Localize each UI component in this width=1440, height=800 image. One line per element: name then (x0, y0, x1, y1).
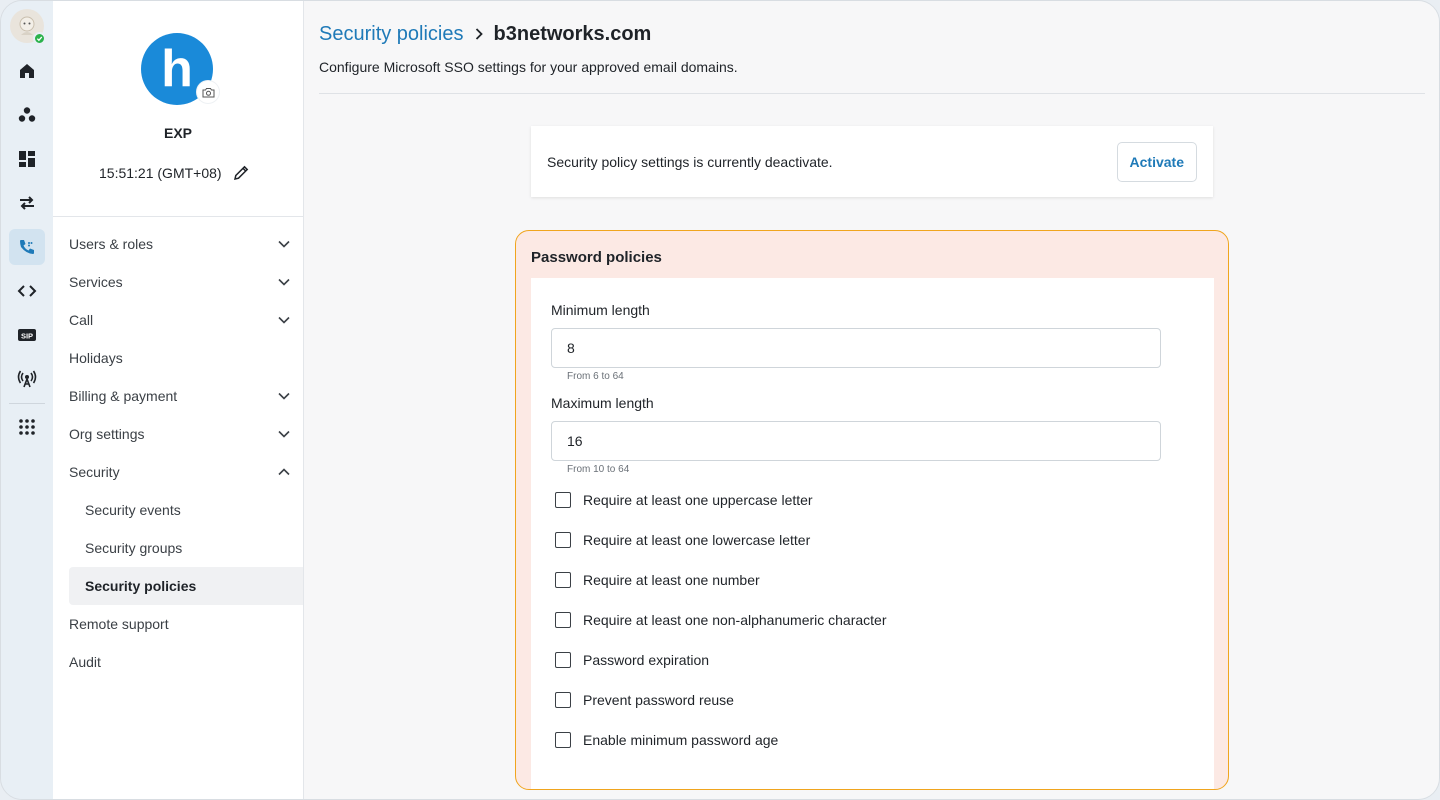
chevron-right-icon (475, 28, 483, 40)
sidebar-item-label: Users & roles (69, 236, 154, 252)
sidebar-item-label: Remote support (69, 616, 169, 632)
icon-rail: SIP (1, 1, 53, 799)
sidebar-divider (53, 216, 303, 217)
sidebar-item-security[interactable]: Security (53, 453, 303, 491)
header-divider (319, 93, 1425, 94)
transfer-icon[interactable] (9, 185, 45, 221)
sidebar-item-label: Security groups (85, 540, 183, 556)
sidebar-item-audit[interactable]: Audit (53, 643, 303, 681)
camera-icon[interactable] (197, 81, 219, 103)
sidebar-item-label: Audit (69, 654, 101, 670)
check-non-alphanumeric[interactable]: Require at least one non-alphanumeric ch… (555, 610, 887, 630)
org-logo[interactable]: h (141, 33, 219, 105)
sidebar-item-remote-support[interactable]: Remote support (53, 605, 303, 643)
apps-grid-icon[interactable] (9, 409, 45, 445)
check-label: Require at least one number (583, 572, 760, 588)
check-label: Password expiration (583, 652, 710, 668)
check-uppercase[interactable]: Require at least one uppercase letter (555, 490, 813, 510)
check-prevent-reuse[interactable]: Prevent password reuse (555, 690, 734, 710)
check-lowercase[interactable]: Require at least one lowercase letter (555, 530, 810, 550)
check-label: Require at least one uppercase letter (583, 492, 813, 508)
min-length-hint: From 6 to 64 (567, 371, 624, 382)
checkbox[interactable] (555, 612, 571, 628)
chevron-down-icon (278, 430, 290, 438)
chevron-down-icon (278, 316, 290, 324)
checkbox[interactable] (555, 732, 571, 748)
checkbox[interactable] (555, 692, 571, 708)
pencil-icon[interactable] (232, 164, 250, 182)
team-icon[interactable] (9, 97, 45, 133)
home-icon[interactable] (9, 53, 45, 89)
sidebar-item-billing-payment[interactable]: Billing & payment (53, 377, 303, 415)
checkbox[interactable] (555, 532, 571, 548)
max-length-label: Maximum length (551, 395, 654, 411)
password-policies-card: Password policies Minimum length From 6 … (515, 230, 1229, 790)
org-clock: 15:51:21 (GMT+08) (99, 163, 250, 183)
sidebar-item-label: Services (69, 274, 123, 290)
sidebar-item-label: Call (69, 312, 94, 328)
sidebar-item-holidays[interactable]: Holidays (53, 339, 303, 377)
check-label: Prevent password reuse (583, 692, 734, 708)
sidebar-item-users-roles[interactable]: Users & roles (53, 225, 303, 263)
min-length-input[interactable] (551, 328, 1161, 368)
sidebar-item-call[interactable]: Call (53, 301, 303, 339)
sidebar-item-org-settings[interactable]: Org settings (53, 415, 303, 453)
password-policies-body: Minimum length From 6 to 64 Maximum leng… (531, 278, 1214, 789)
sidebar: h EXP 15:51:21 (GMT+08) Users & roles Se… (53, 1, 304, 799)
policy-status-card: Security policy settings is currently de… (531, 126, 1213, 197)
online-status-icon (33, 32, 46, 45)
check-password-expiration[interactable]: Password expiration (555, 650, 709, 670)
chevron-down-icon (278, 240, 290, 248)
sidebar-item-label: Security policies (85, 578, 197, 594)
dashboard-icon[interactable] (9, 141, 45, 177)
breadcrumb-current: b3networks.com (493, 22, 652, 45)
sidebar-item-label: Holidays (69, 350, 123, 366)
chevron-down-icon (278, 392, 290, 400)
org-logo-letter: h (161, 46, 193, 92)
user-avatar[interactable] (10, 9, 46, 45)
activate-button[interactable]: Activate (1116, 141, 1197, 182)
checkbox[interactable] (555, 492, 571, 508)
breadcrumb-parent-link[interactable]: Security policies (319, 23, 464, 46)
chevron-up-icon (278, 468, 290, 476)
min-length-label: Minimum length (551, 302, 650, 318)
broadcast-icon[interactable] (9, 361, 45, 397)
sidebar-item-label: Security (69, 464, 120, 480)
check-label: Require at least one lowercase letter (583, 532, 811, 548)
breadcrumb: Security policies b3networks.com (319, 21, 651, 47)
page-subtitle: Configure Microsoft SSO settings for you… (319, 59, 738, 75)
code-icon[interactable] (9, 273, 45, 309)
check-number[interactable]: Require at least one number (555, 570, 760, 590)
rail-divider (9, 403, 45, 404)
sidebar-item-label: Org settings (69, 426, 145, 442)
policy-status-text: Security policy settings is currently de… (547, 153, 833, 170)
check-label: Enable minimum password age (583, 732, 779, 748)
sidebar-menu: Users & roles Services Call Holidays Bil… (53, 225, 303, 681)
check-min-password-age[interactable]: Enable minimum password age (555, 730, 778, 750)
svg-text:SIP: SIP (21, 332, 33, 341)
sidebar-item-label: Billing & payment (69, 388, 178, 404)
chevron-down-icon (278, 278, 290, 286)
max-length-input[interactable] (551, 421, 1161, 461)
phone-icon[interactable] (9, 229, 45, 265)
app-window: SIP h EXP 15:51:21 (GMT+08) Users & role… (0, 0, 1440, 800)
checkbox[interactable] (555, 652, 571, 668)
org-time: 15:51:21 (GMT+08) (99, 165, 222, 181)
check-label: Require at least one non-alphanumeric ch… (583, 612, 887, 628)
checkbox[interactable] (555, 572, 571, 588)
sidebar-item-label: Security events (85, 502, 181, 518)
org-name: EXP (163, 125, 192, 141)
sidebar-item-security-groups[interactable]: Security groups (53, 529, 303, 567)
svg-text:h: h (161, 46, 193, 92)
main-content: Security policies b3networks.com Configu… (304, 1, 1439, 799)
sip-icon[interactable]: SIP (9, 317, 45, 353)
sidebar-item-security-events[interactable]: Security events (53, 491, 303, 529)
password-policies-title: Password policies (531, 249, 662, 266)
max-length-hint: From 10 to 64 (567, 464, 630, 475)
sidebar-item-security-policies[interactable]: Security policies (69, 567, 303, 605)
sidebar-item-services[interactable]: Services (53, 263, 303, 301)
